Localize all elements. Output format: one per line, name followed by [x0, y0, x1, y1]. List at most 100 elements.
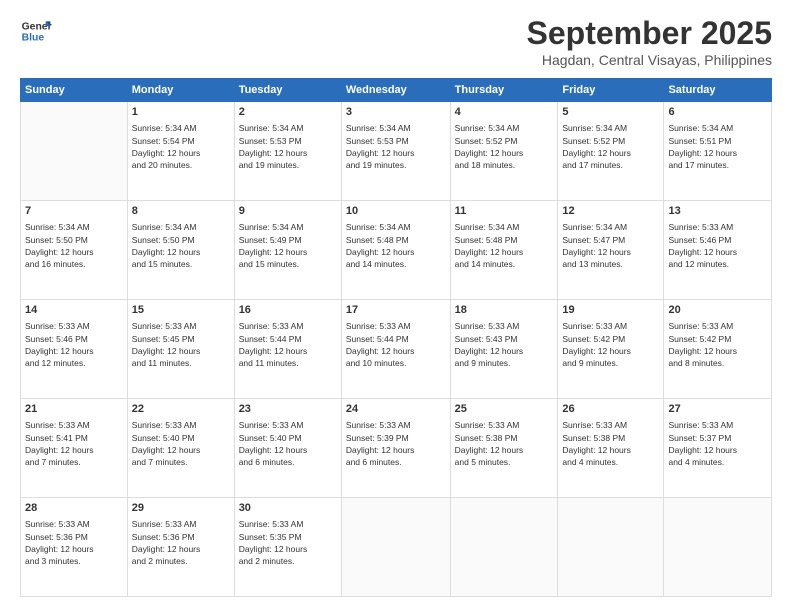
day-cell [450, 498, 558, 597]
calendar-page: General Blue September 2025 Hagdan, Cent… [0, 0, 792, 612]
month-title: September 2025 [527, 15, 772, 52]
day-number: 8 [132, 204, 230, 219]
day-number: 16 [239, 303, 337, 318]
col-header-sunday: Sunday [21, 79, 128, 102]
day-cell: 8 Sunrise: 5:34 AM Sunset: 5:50 PM Daylig… [127, 201, 234, 300]
location: Hagdan, Central Visayas, Philippines [527, 52, 772, 68]
day-cell: 13 Sunrise: 5:33 AM Sunset: 5:46 PM Dayli… [664, 201, 772, 300]
day-cell: 9 Sunrise: 5:34 AM Sunset: 5:49 PM Daylig… [234, 201, 341, 300]
day-number: 1 [132, 105, 230, 120]
day-cell: 11 Sunrise: 5:34 AM Sunset: 5:48 PM Dayli… [450, 201, 558, 300]
title-area: September 2025 Hagdan, Central Visayas, … [527, 15, 772, 68]
day-cell: 6 Sunrise: 5:34 AM Sunset: 5:51 PM Daylig… [664, 102, 772, 201]
day-info: Sunrise: 5:33 AM Sunset: 5:44 PM Dayligh… [346, 320, 446, 369]
day-number: 26 [562, 402, 659, 417]
day-info: Sunrise: 5:33 AM Sunset: 5:38 PM Dayligh… [562, 419, 659, 468]
day-number: 6 [668, 105, 767, 120]
day-number: 25 [455, 402, 554, 417]
day-info: Sunrise: 5:33 AM Sunset: 5:36 PM Dayligh… [25, 518, 123, 567]
day-cell: 4 Sunrise: 5:34 AM Sunset: 5:52 PM Daylig… [450, 102, 558, 201]
day-info: Sunrise: 5:33 AM Sunset: 5:40 PM Dayligh… [132, 419, 230, 468]
col-header-monday: Monday [127, 79, 234, 102]
day-cell: 25 Sunrise: 5:33 AM Sunset: 5:38 PM Dayli… [450, 399, 558, 498]
day-info: Sunrise: 5:34 AM Sunset: 5:53 PM Dayligh… [239, 122, 337, 171]
day-info: Sunrise: 5:33 AM Sunset: 5:40 PM Dayligh… [239, 419, 337, 468]
day-number: 20 [668, 303, 767, 318]
day-number: 10 [346, 204, 446, 219]
day-info: Sunrise: 5:34 AM Sunset: 5:49 PM Dayligh… [239, 221, 337, 270]
svg-text:Blue: Blue [22, 33, 45, 44]
day-cell: 7Sunrise: 5:34 AM Sunset: 5:50 PM Daylig… [21, 201, 128, 300]
col-header-friday: Friday [558, 79, 664, 102]
day-info: Sunrise: 5:33 AM Sunset: 5:39 PM Dayligh… [346, 419, 446, 468]
logo: General Blue [20, 15, 52, 47]
day-cell: 26 Sunrise: 5:33 AM Sunset: 5:38 PM Dayli… [558, 399, 664, 498]
day-info: Sunrise: 5:33 AM Sunset: 5:43 PM Dayligh… [455, 320, 554, 369]
day-info: Sunrise: 5:33 AM Sunset: 5:46 PM Dayligh… [668, 221, 767, 270]
day-cell: 12 Sunrise: 5:34 AM Sunset: 5:47 PM Dayli… [558, 201, 664, 300]
day-info: Sunrise: 5:33 AM Sunset: 5:38 PM Dayligh… [455, 419, 554, 468]
day-cell [558, 498, 664, 597]
week-row-3: 14Sunrise: 5:33 AM Sunset: 5:46 PM Dayli… [21, 300, 772, 399]
day-cell: 18 Sunrise: 5:33 AM Sunset: 5:43 PM Dayli… [450, 300, 558, 399]
day-info: Sunrise: 5:34 AM Sunset: 5:53 PM Dayligh… [346, 122, 446, 171]
day-info: Sunrise: 5:33 AM Sunset: 5:41 PM Dayligh… [25, 419, 123, 468]
day-info: Sunrise: 5:33 AM Sunset: 5:45 PM Dayligh… [132, 320, 230, 369]
day-number: 22 [132, 402, 230, 417]
day-info: Sunrise: 5:34 AM Sunset: 5:52 PM Dayligh… [455, 122, 554, 171]
day-cell: 17Sunrise: 5:33 AM Sunset: 5:44 PM Dayli… [341, 300, 450, 399]
day-cell: 24Sunrise: 5:33 AM Sunset: 5:39 PM Dayli… [341, 399, 450, 498]
day-number: 27 [668, 402, 767, 417]
day-cell: 2Sunrise: 5:34 AM Sunset: 5:53 PM Daylig… [234, 102, 341, 201]
logo-icon: General Blue [20, 15, 52, 47]
day-info: Sunrise: 5:33 AM Sunset: 5:42 PM Dayligh… [562, 320, 659, 369]
day-cell [664, 498, 772, 597]
day-cell: 27 Sunrise: 5:33 AM Sunset: 5:37 PM Dayli… [664, 399, 772, 498]
day-number: 11 [455, 204, 554, 219]
header: General Blue September 2025 Hagdan, Cent… [20, 15, 772, 68]
day-info: Sunrise: 5:33 AM Sunset: 5:42 PM Dayligh… [668, 320, 767, 369]
day-number: 5 [562, 105, 659, 120]
day-cell: 15 Sunrise: 5:33 AM Sunset: 5:45 PM Dayli… [127, 300, 234, 399]
day-cell: 5 Sunrise: 5:34 AM Sunset: 5:52 PM Daylig… [558, 102, 664, 201]
day-info: Sunrise: 5:34 AM Sunset: 5:51 PM Dayligh… [668, 122, 767, 171]
day-info: Sunrise: 5:34 AM Sunset: 5:52 PM Dayligh… [562, 122, 659, 171]
day-number: 18 [455, 303, 554, 318]
day-number: 3 [346, 105, 446, 120]
day-cell: 29Sunrise: 5:33 AM Sunset: 5:36 PM Dayli… [127, 498, 234, 597]
day-cell: 16 Sunrise: 5:33 AM Sunset: 5:44 PM Dayli… [234, 300, 341, 399]
day-number: 21 [25, 402, 123, 417]
day-cell: 3 Sunrise: 5:34 AM Sunset: 5:53 PM Daylig… [341, 102, 450, 201]
col-header-saturday: Saturday [664, 79, 772, 102]
day-cell: 28Sunrise: 5:33 AM Sunset: 5:36 PM Dayli… [21, 498, 128, 597]
header-row: SundayMondayTuesdayWednesdayThursdayFrid… [21, 79, 772, 102]
day-number: 12 [562, 204, 659, 219]
day-cell [21, 102, 128, 201]
day-number: 9 [239, 204, 337, 219]
day-cell: 22 Sunrise: 5:33 AM Sunset: 5:40 PM Dayli… [127, 399, 234, 498]
day-number: 7 [25, 204, 123, 219]
day-number: 4 [455, 105, 554, 120]
day-info: Sunrise: 5:33 AM Sunset: 5:44 PM Dayligh… [239, 320, 337, 369]
day-info: Sunrise: 5:34 AM Sunset: 5:47 PM Dayligh… [562, 221, 659, 270]
col-header-thursday: Thursday [450, 79, 558, 102]
day-cell [341, 498, 450, 597]
day-info: Sunrise: 5:34 AM Sunset: 5:54 PM Dayligh… [132, 122, 230, 171]
day-info: Sunrise: 5:34 AM Sunset: 5:48 PM Dayligh… [455, 221, 554, 270]
week-row-1: 1 Sunrise: 5:34 AM Sunset: 5:54 PM Daylig… [21, 102, 772, 201]
day-info: Sunrise: 5:34 AM Sunset: 5:50 PM Dayligh… [132, 221, 230, 270]
day-cell: 10 Sunrise: 5:34 AM Sunset: 5:48 PM Dayli… [341, 201, 450, 300]
col-header-wednesday: Wednesday [341, 79, 450, 102]
day-info: Sunrise: 5:34 AM Sunset: 5:48 PM Dayligh… [346, 221, 446, 270]
day-info: Sunrise: 5:33 AM Sunset: 5:37 PM Dayligh… [668, 419, 767, 468]
day-cell: 1 Sunrise: 5:34 AM Sunset: 5:54 PM Daylig… [127, 102, 234, 201]
day-cell: 21 Sunrise: 5:33 AM Sunset: 5:41 PM Dayli… [21, 399, 128, 498]
day-cell: 23Sunrise: 5:33 AM Sunset: 5:40 PM Dayli… [234, 399, 341, 498]
day-cell: 14Sunrise: 5:33 AM Sunset: 5:46 PM Dayli… [21, 300, 128, 399]
week-row-4: 21 Sunrise: 5:33 AM Sunset: 5:41 PM Dayli… [21, 399, 772, 498]
day-number: 13 [668, 204, 767, 219]
day-info: Sunrise: 5:33 AM Sunset: 5:36 PM Dayligh… [132, 518, 230, 567]
week-row-5: 28Sunrise: 5:33 AM Sunset: 5:36 PM Dayli… [21, 498, 772, 597]
calendar-table: SundayMondayTuesdayWednesdayThursdayFrid… [20, 78, 772, 597]
day-number: 15 [132, 303, 230, 318]
